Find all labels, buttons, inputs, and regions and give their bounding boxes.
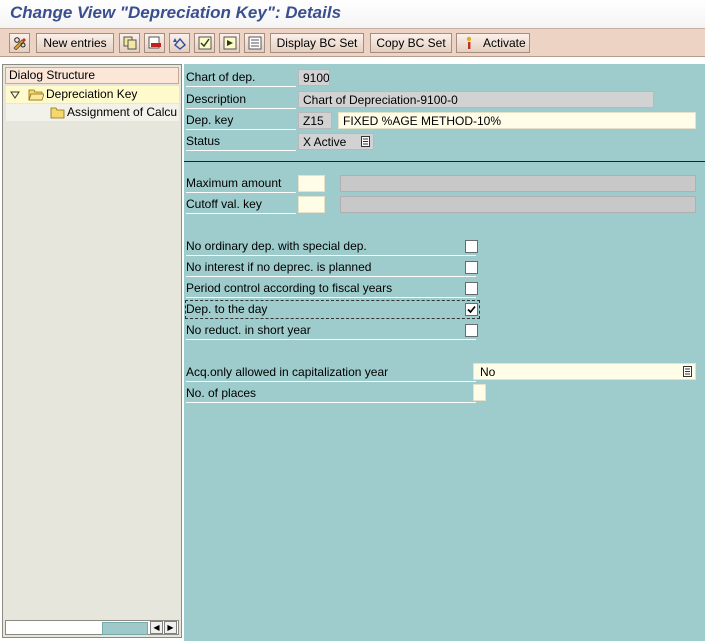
deselect-all-icon [248, 36, 261, 50]
deselect-all-button[interactable] [244, 33, 265, 53]
acq-only-dropdown[interactable]: No [473, 363, 696, 380]
dropdown-icon [683, 366, 692, 377]
folder-icon [50, 107, 65, 119]
dep-to-the-day-checkbox[interactable] [465, 303, 478, 316]
status-dropdown[interactable]: X Active [298, 133, 374, 150]
period-control-label: Period control according to fiscal years [186, 280, 476, 298]
no-reduct-checkbox[interactable] [465, 324, 478, 337]
select-all-button[interactable] [194, 33, 215, 53]
description-field: Chart of Depreciation-9100-0 [298, 91, 654, 108]
copy-icon [123, 36, 136, 50]
cutoff-val-key-field[interactable] [298, 196, 325, 213]
no-ordinary-dep-checkbox[interactable] [465, 240, 478, 253]
chart-of-dep-label: Chart of dep. [186, 69, 296, 87]
delete-button[interactable] [144, 33, 165, 53]
dep-key-label: Dep. key [186, 112, 296, 130]
no-interest-label: No interest if no deprec. is planned [186, 259, 476, 277]
page-title: Change View "Depreciation Key": Details [10, 3, 342, 22]
dialog-structure-header: Dialog Structure [5, 67, 179, 84]
tree-item-assignment-of-calc[interactable]: Assignment of Calcu [6, 104, 179, 121]
open-folder-icon [28, 89, 44, 101]
tree-item-label: Depreciation Key [46, 87, 138, 101]
acq-only-value: No [480, 365, 496, 379]
copy-as-button[interactable] [119, 33, 140, 53]
dropdown-icon [361, 136, 370, 147]
application-toolbar: New entries Display BC Set Copy BC Set A… [0, 28, 705, 57]
no-reduct-label: No reduct. in short year [186, 322, 476, 340]
copy-bc-set-button[interactable]: Copy BC Set [370, 33, 452, 53]
select-block-button[interactable] [219, 33, 240, 53]
cutoff-val-key-label: Cutoff val. key [186, 196, 296, 214]
status-value: X Active [303, 135, 347, 149]
acq-only-label: Acq.only allowed in capitalization year [186, 364, 476, 382]
no-of-places-label: No. of places [186, 385, 476, 403]
no-interest-checkbox[interactable] [465, 261, 478, 274]
no-ordinary-dep-label: No ordinary dep. with special dep. [186, 238, 476, 256]
section-divider [184, 161, 705, 162]
maximum-amount-label: Maximum amount [186, 175, 296, 193]
checkmark-icon [467, 305, 476, 314]
display-change-button[interactable] [9, 33, 30, 53]
no-of-places-field[interactable] [473, 384, 486, 401]
select-block-icon [223, 36, 236, 50]
description-label: Description [186, 91, 296, 109]
period-control-checkbox[interactable] [465, 282, 478, 295]
status-label: Status [186, 133, 296, 151]
scroll-right-button[interactable]: ▶ [164, 621, 177, 634]
title-bar: Change View "Depreciation Key": Details [0, 0, 705, 28]
maximum-amount-field[interactable] [298, 175, 325, 192]
tree-item-depreciation-key[interactable]: Depreciation Key [6, 86, 179, 103]
horizontal-scrollbar[interactable]: ◀ ▶ [5, 620, 179, 635]
dep-key-text-field[interactable]: FIXED %AGE METHOD-10% [338, 112, 696, 129]
select-all-icon [198, 36, 211, 50]
details-form: Chart of dep. 9100 Description Chart of … [184, 64, 705, 641]
new-entries-button[interactable]: New entries [36, 33, 114, 53]
activate-button[interactable]: Activate [456, 33, 530, 53]
dep-to-the-day-label: Dep. to the day [186, 302, 268, 316]
delete-icon [148, 36, 161, 49]
expand-triangle-icon[interactable] [10, 90, 20, 100]
scroll-left-button[interactable]: ◀ [150, 621, 163, 634]
cutoff-val-key-text [340, 196, 696, 213]
pencil-glasses-icon [12, 37, 26, 50]
scrollbar-thumb[interactable] [102, 622, 148, 635]
undo-change-button[interactable] [169, 33, 190, 53]
undo-icon [172, 37, 186, 50]
maximum-amount-text [340, 175, 696, 192]
dep-key-code-field: Z15 [298, 112, 332, 129]
chart-of-dep-field: 9100 [298, 69, 330, 86]
dialog-structure-panel: Dialog Structure Depreciation Key Assign… [2, 64, 182, 638]
activate-label: Activate [483, 36, 526, 50]
activate-icon [466, 36, 472, 49]
display-bc-set-button[interactable]: Display BC Set [270, 33, 364, 53]
tree-item-label: Assignment of Calcu [67, 105, 178, 119]
